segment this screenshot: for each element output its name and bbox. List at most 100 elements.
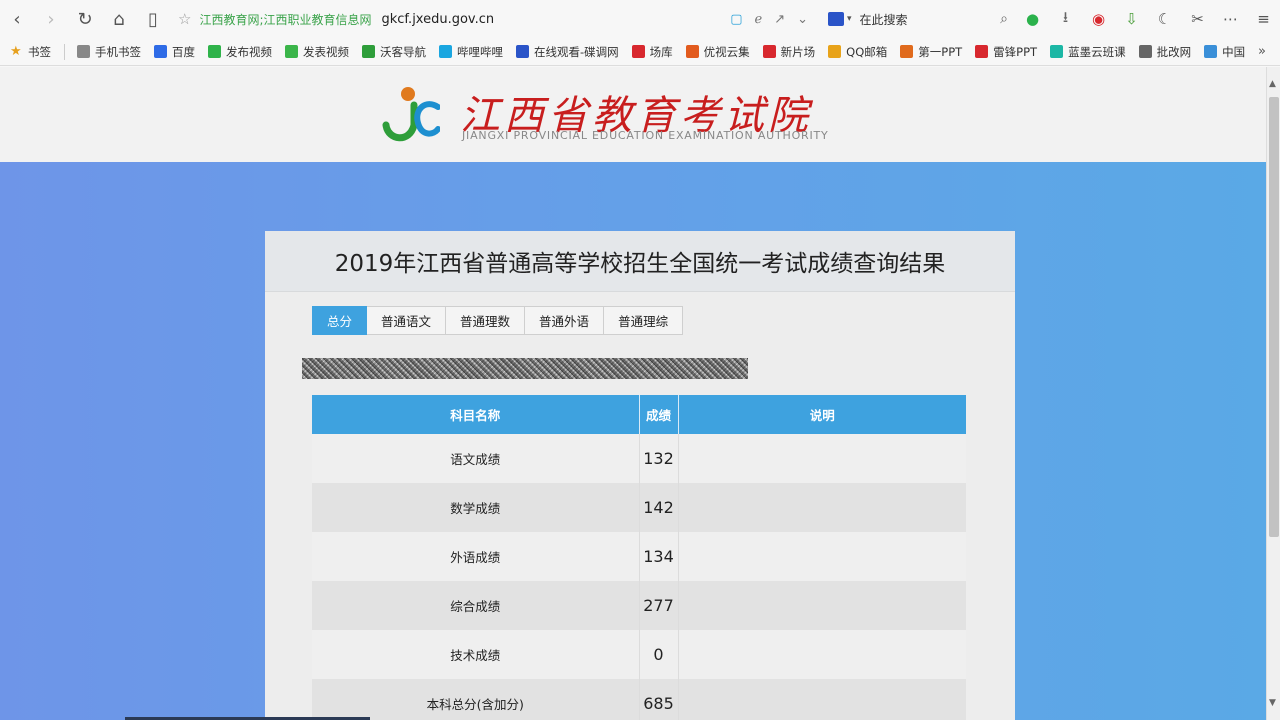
search-input[interactable]: 在此搜索 [860,11,1001,28]
bookmark-item[interactable]: 发布视频 [208,44,272,60]
home-button[interactable]: ⌂ [102,0,136,38]
table-row: 本科总分(含加分) 685 [312,679,966,720]
forward-button[interactable]: › [34,0,68,38]
browser-toolbar: ‹ › ↻ ⌂ ▯ ☆ 江西教育网;江西职业教育信息网 gkcf.jxedu.g… [0,0,1280,38]
note-cell [678,483,966,532]
bookmark-item[interactable]: 蓝墨云班课 [1050,44,1126,60]
scrollbar-thumb[interactable] [1269,97,1279,537]
column-header-note: 说明 [678,395,966,434]
pigai-icon [1138,45,1152,58]
scroll-down-icon[interactable]: ▼ [1269,698,1276,708]
home-icon: ⌂ [113,8,125,30]
wechat-icon[interactable]: ● [1016,0,1049,38]
bookmark-item[interactable]: ★ 书签 [10,44,51,60]
table-row: 数学成绩 142 [312,483,966,532]
bookmark-item[interactable]: 优视云集 [685,44,750,60]
chevron-left-icon: ‹ [13,8,21,30]
bookmark-separator [64,43,65,60]
bookmark-item[interactable]: 沃客导航 [362,44,426,60]
bookmark-item[interactable]: 百度 [154,44,195,60]
reader-button[interactable]: ▯ [136,0,170,38]
tab-subject[interactable]: 普通语文 [367,306,447,335]
bookmark-item[interactable]: 哔哩哔哩 [439,44,503,60]
wok-icon [362,45,375,58]
extension-icons: ● ⭳ ◉ ⇩ ☾ ✂ ⋯ ≡ [1016,0,1280,38]
tab-subject[interactable]: 普通外语 [525,306,605,335]
page-scrollbar[interactable]: ▲ ▼ [1266,67,1280,720]
address-tools: ▢ ℯ ↗ ⌄ [730,12,808,27]
score-table: 科目名称 成绩 说明 语文成绩 132 数学成绩 142 外语成绩 134 综合成绩 277 技… [312,395,966,720]
score-cell: 132 [639,434,679,483]
scroll-up-icon[interactable]: ▲ [1269,79,1276,89]
bookmark-label: 中国 [1222,44,1246,59]
bookmark-item[interactable]: 新片场 [762,44,815,60]
bookmark-label: 在线观看-碟调网 [534,44,619,59]
bookmark-label: 第一PPT [918,44,963,59]
table-row: 外语成绩 134 [312,532,966,581]
bookmark-item[interactable]: 雷锋PPT [975,44,1037,60]
url-text[interactable]: gkcf.jxedu.gov.cn [382,12,495,27]
bookmark-item[interactable]: 发表视频 [285,44,349,60]
subject-cell: 语文成绩 [312,434,640,483]
bookmark-label: 雷锋PPT [993,44,1038,59]
more-icon[interactable]: ⋯ [1214,0,1247,38]
night-mode-icon[interactable]: ☾ [1148,0,1181,38]
column-header-subject: 科目名称 [312,395,640,434]
baidu-engine-icon[interactable] [828,12,844,26]
back-button[interactable]: ‹ [0,0,34,38]
search-icon[interactable]: ⌕ [1000,11,1008,27]
reload-button[interactable]: ↻ [68,0,102,38]
chevron-down-icon[interactable]: ⌄ [797,12,808,27]
bookmark-item[interactable]: 场库 [631,44,673,60]
share-icon[interactable]: ↗ [774,12,785,27]
bookmark-label: QQ邮箱 [846,44,888,59]
bookmark-label: 优视云集 [703,44,750,59]
table-row: 语文成绩 132 [312,434,966,483]
netease-icon[interactable]: ◉ [1082,0,1115,38]
scissors-icon[interactable]: ✂ [1181,0,1214,38]
more-bookmarks-icon[interactable]: » [1258,44,1266,59]
bookmark-label: 发表视频 [303,44,349,59]
book-icon: ▯ [148,8,158,30]
menu-icon[interactable]: ≡ [1247,0,1280,38]
score-cell: 0 [639,630,679,679]
bilibili-icon [439,45,452,58]
subject-cell: 技术成绩 [312,630,640,679]
tv-icon[interactable]: ▢ [730,12,742,27]
caret-down-icon[interactable]: ▾ [847,14,852,24]
bookmark-label: 发布视频 [226,44,272,59]
score-cell: 134 [639,532,679,581]
bookmark-star-icon[interactable]: ☆ [178,10,191,28]
disc-icon [516,45,529,58]
bookmark-label: 手机书签 [95,44,141,59]
bookmark-label: 沃客导航 [380,44,426,59]
bookmark-item[interactable]: 第一PPT [900,44,962,60]
tab-subject[interactable]: 总分 [312,306,368,335]
tab-subject[interactable]: 普通理数 [446,306,526,335]
save-icon[interactable]: ⇩ [1115,0,1148,38]
bookmark-item[interactable]: 在线观看-碟调网 [516,44,619,60]
jx-logo-mark-icon [382,87,440,142]
search-box[interactable]: ▾ 在此搜索 ⌕ [828,0,1008,38]
site-header: 江西省教育考试院 JIANGXI PROVINCIAL EDUCATION EX… [0,67,1266,162]
chevron-right-icon: › [47,8,55,30]
bookmark-item[interactable]: QQ邮箱 [828,44,887,60]
note-cell [678,679,966,720]
bookmark-item[interactable]: 手机书签 [77,44,141,60]
subject-cell: 本科总分(含加分) [312,679,640,720]
bookmark-item[interactable]: 批改网 [1138,44,1191,60]
cloud-icon [685,45,699,58]
bookmark-label: 场库 [649,44,673,59]
subject-cell: 数学成绩 [312,483,640,532]
site-logo[interactable]: 江西省教育考试院 JIANGXI PROVINCIAL EDUCATION EX… [380,81,840,145]
ie-mode-icon[interactable]: ℯ [754,12,762,27]
subject-cell: 综合成绩 [312,581,640,630]
site-title: 江西教育网;江西职业教育信息网 [199,12,372,27]
bookmark-item[interactable]: 中国 [1204,44,1245,60]
download-icon[interactable]: ⭳ [1049,0,1082,38]
tab-subject[interactable]: 普通理综 [604,306,684,335]
address-bar[interactable]: ☆ 江西教育网;江西职业教育信息网 gkcf.jxedu.gov.cn ▢ ℯ … [178,0,828,38]
subject-cell: 外语成绩 [312,532,640,581]
phone-icon [77,45,90,58]
bookmark-label: 书签 [28,44,51,59]
